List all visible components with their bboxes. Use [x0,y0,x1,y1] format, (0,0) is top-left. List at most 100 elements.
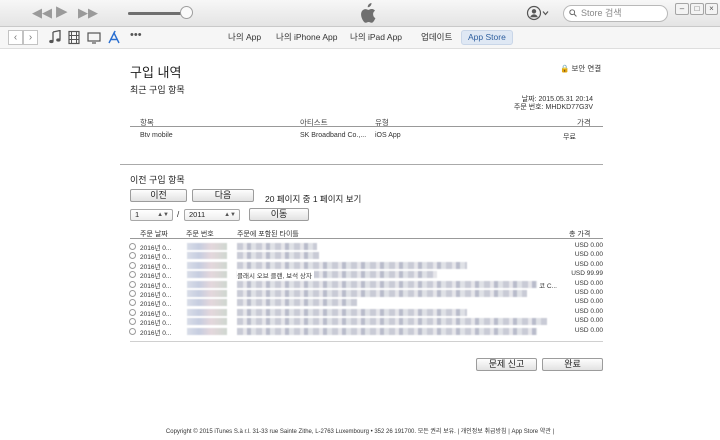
row-price: USD 0.00 [574,317,603,325]
rewind-icon[interactable]: ◀◀ [32,5,52,21]
blurred-order-number [187,327,227,335]
row-date: 2016년 0... [140,329,172,337]
play-icon[interactable]: ▶ [56,4,68,20]
arrow-right-icon[interactable] [129,271,136,279]
year-select[interactable]: 2011 ▲▼ [184,209,240,221]
search-placeholder: Store 검색 [581,8,622,18]
page-info: 20 페이지 중 1 페이지 보기 [265,194,362,204]
blurred-titles [237,327,537,335]
arrow-right-icon[interactable] [129,243,136,250]
previous-page-button[interactable]: 이전 [130,189,187,202]
row-price: USD 0.00 [574,242,603,249]
store-search-input[interactable]: Store 검색 [563,5,668,22]
section-divider [120,164,603,165]
purchase-row[interactable]: 2016년 0... USD 0.00 [129,307,603,318]
nav-updates[interactable]: 업데이트 [421,31,452,44]
nav-app-store[interactable]: App Store [461,30,513,45]
date-separator: / [177,210,180,219]
search-icon [569,9,577,17]
forward-button[interactable]: › [23,30,38,45]
arrow-right-icon[interactable] [129,280,136,288]
row-price: USD 0.00 [574,307,603,315]
chevron-updown-icon: ▲▼ [224,212,236,218]
secure-label: 보안 연결 [571,64,602,73]
lock-icon: 🔒 [560,64,570,73]
recent-purchases-heading: 최근 구입 항목 [130,85,185,95]
row-price: USD 0.00 [574,260,603,268]
divider [130,341,603,342]
apple-logo-icon [361,3,376,23]
purchase-row[interactable]: 2016년 0... USD 0.00 [129,251,603,261]
arrow-right-icon[interactable] [129,261,136,269]
blurred-titles [237,280,537,288]
navigation-bar: ‹ › ••• 나의 App 나의 iPhone App 나의 iPad App… [0,27,720,49]
close-button[interactable]: × [705,3,718,15]
secure-connection: 🔒 보안 연결 [560,63,601,74]
blurred-order-number [187,261,227,269]
row-price: USD 99.99 [571,270,603,278]
recent-item-price: 무료 [563,134,576,141]
more-icon[interactable]: ••• [130,29,142,42]
app-store-icon[interactable] [107,30,121,45]
player-bar: ◀◀ ▶ ▶▶ Store 검색 – □ × [0,0,720,27]
nav-my-apps[interactable]: 나의 App [228,31,261,44]
tv-icon[interactable] [87,30,101,45]
blurred-order-number [187,318,227,326]
row-price: USD 0.00 [574,289,603,296]
nav-my-iphone-apps[interactable]: 나의 iPhone App [276,31,338,44]
purchase-row[interactable]: 2016년 0... USD 0.00 [129,242,603,252]
month-select[interactable]: 1 ▲▼ [130,209,173,221]
recent-item-artist: SK Broadband Co.,... [300,132,367,139]
volume-slider[interactable] [128,12,186,15]
movies-icon[interactable] [67,30,81,45]
go-button[interactable]: 이동 [249,208,309,221]
purchase-row[interactable]: 2016년 0... USD 0.00 [129,317,603,327]
blurred-titles [237,299,357,307]
purchase-row[interactable]: 2016년 0... USD 0.00 [129,260,603,271]
fast-forward-icon[interactable]: ▶▶ [78,5,98,21]
purchase-row[interactable]: 2016년 0... USD 0.00 [129,289,603,299]
purchase-row[interactable]: 2016년 0... USD 0.00 [129,326,603,337]
blurred-order-number [187,299,227,307]
blurred-titles [237,243,317,250]
row-price: USD 0.00 [574,326,603,334]
chevron-updown-icon: ▲▼ [157,212,169,218]
blurred-titles [237,318,547,326]
arrow-right-icon[interactable] [129,327,136,335]
arrow-right-icon[interactable] [129,299,136,307]
done-button[interactable]: 완료 [542,358,603,371]
blurred-titles [237,252,319,260]
footer-copyright: Copyright © 2015 iTunes S.à r.l. 31-33 r… [165,429,555,435]
blurred-titles [237,261,467,269]
minimize-button[interactable]: – [675,3,689,15]
arrow-right-icon[interactable] [129,290,136,297]
purchase-row[interactable]: 2016년 0... USD 0.00 [129,298,603,308]
arrow-right-icon[interactable] [129,308,136,316]
blurred-order-number [187,243,227,250]
report-problem-button[interactable]: 문제 신고 [476,358,537,371]
recent-item-name: Btv mobile [140,132,173,139]
purchase-row[interactable]: 2016년 0... 코 C... USD 0.00 [129,280,603,290]
purchase-row[interactable]: 2016년 0... 클래시 오브 클랜, 보석 상자 USD 99.99 [129,270,603,281]
arrow-right-icon[interactable] [129,318,136,326]
next-page-button[interactable]: 다음 [192,189,254,202]
blurred-order-number [187,290,227,297]
blurred-titles [237,290,527,297]
order-number: 주문 번호: MHDKD77G3V [514,102,593,112]
account-icon[interactable] [526,5,556,21]
previous-purchases-heading: 이전 구입 항목 [130,175,185,185]
maximize-button[interactable]: □ [690,3,704,15]
order-value: MHDKD77G3V [545,104,593,111]
page-title: 구입 내역 [130,65,182,80]
music-icon[interactable] [48,30,62,45]
nav-my-ipad-apps[interactable]: 나의 iPad App [350,31,402,44]
back-button[interactable]: ‹ [8,30,23,45]
year-value: 2011 [189,210,206,219]
divider [130,238,603,239]
month-value: 1 [135,210,140,219]
row-price: USD 0.00 [574,251,603,259]
volume-knob[interactable] [180,6,193,19]
blurred-order-number [187,280,227,288]
arrow-right-icon[interactable] [129,252,136,260]
blurred-order-number [187,271,227,279]
